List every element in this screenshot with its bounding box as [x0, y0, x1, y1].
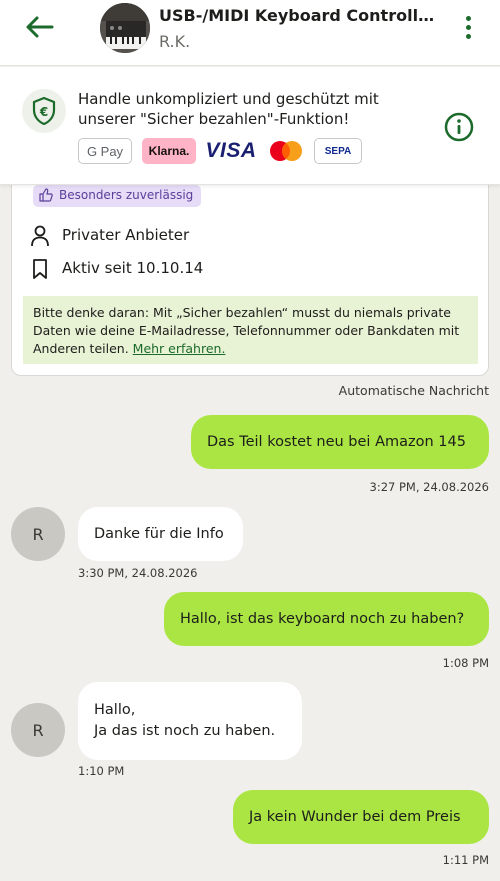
google-pay-logo: G Pay — [78, 138, 132, 164]
more-options-button[interactable] — [460, 14, 476, 42]
message-timestamp: 1:11 PM — [442, 853, 489, 867]
thumbs-up-icon — [39, 188, 53, 202]
message-bubble[interactable]: Hallo, ist das keyboard noch zu haben? — [164, 592, 489, 646]
active-since: Aktiv seit 10.10.14 — [62, 259, 204, 277]
secure-payment-banner: € Handle unkompliziert und geschützt mit… — [0, 67, 500, 185]
keyboard-image — [100, 3, 150, 53]
sepa-logo: SEPA — [314, 138, 362, 164]
listing-thumbnail[interactable] — [100, 3, 150, 53]
klarna-logo: Klarna. — [142, 138, 196, 164]
message-timestamp: 1:08 PM — [442, 656, 489, 670]
auto-message-label: Automatische Nachricht — [338, 383, 489, 398]
privacy-notice: Bitte denke daran: Mit „Sicher bezahlen“… — [23, 296, 478, 364]
reliable-badge: Besonders zuverlässig — [33, 185, 202, 207]
bookmark-icon — [30, 258, 50, 280]
app-header: USB-/MIDI Keyboard Controller N... R.K. — [0, 0, 500, 66]
message-timestamp: 1:10 PM — [78, 764, 125, 778]
message-line: Ja das ist noch zu haben. — [94, 723, 276, 739]
reliable-badge-label: Besonders zuverlässig — [59, 188, 194, 202]
seller-name: R.K. — [159, 32, 191, 51]
message-bubble[interactable]: Danke für die Info — [78, 507, 243, 561]
person-icon — [30, 225, 50, 247]
message-bubble[interactable]: Ja kein Wunder bei dem Preis — [233, 790, 489, 844]
seller-type: Privater Anbieter — [62, 226, 190, 244]
listing-title[interactable]: USB-/MIDI Keyboard Controller N... — [159, 6, 444, 25]
avatar: R — [11, 703, 65, 757]
message-line: Hallo, — [94, 702, 136, 718]
back-button[interactable] — [22, 12, 56, 42]
svg-text:€: € — [39, 105, 48, 119]
visa-logo: VISA — [205, 139, 257, 162]
arrow-left-icon — [26, 16, 54, 38]
mastercard-logo — [264, 138, 308, 164]
avatar: R — [11, 507, 65, 561]
banner-text: Handle unkompliziert und geschützt mit u… — [78, 90, 379, 128]
message-bubble[interactable]: Hallo, Ja das ist noch zu haben. — [78, 682, 302, 760]
privacy-notice-text: Bitte denke daran: Mit „Sicher bezahlen“… — [33, 305, 460, 356]
learn-more-link[interactable]: Mehr erfahren. — [133, 341, 226, 356]
info-icon — [444, 112, 474, 142]
message-timestamp: 3:30 PM, 24.08.2026 — [78, 566, 198, 580]
shield-euro-icon: € — [22, 89, 66, 133]
message-timestamp: 3:27 PM, 24.08.2026 — [369, 480, 490, 494]
seller-info-card: Besonders zuverlässig Privater Anbieter … — [11, 168, 489, 376]
info-button[interactable] — [444, 112, 474, 142]
message-bubble[interactable]: Das Teil kostet neu bei Amazon 145 — [191, 415, 489, 469]
